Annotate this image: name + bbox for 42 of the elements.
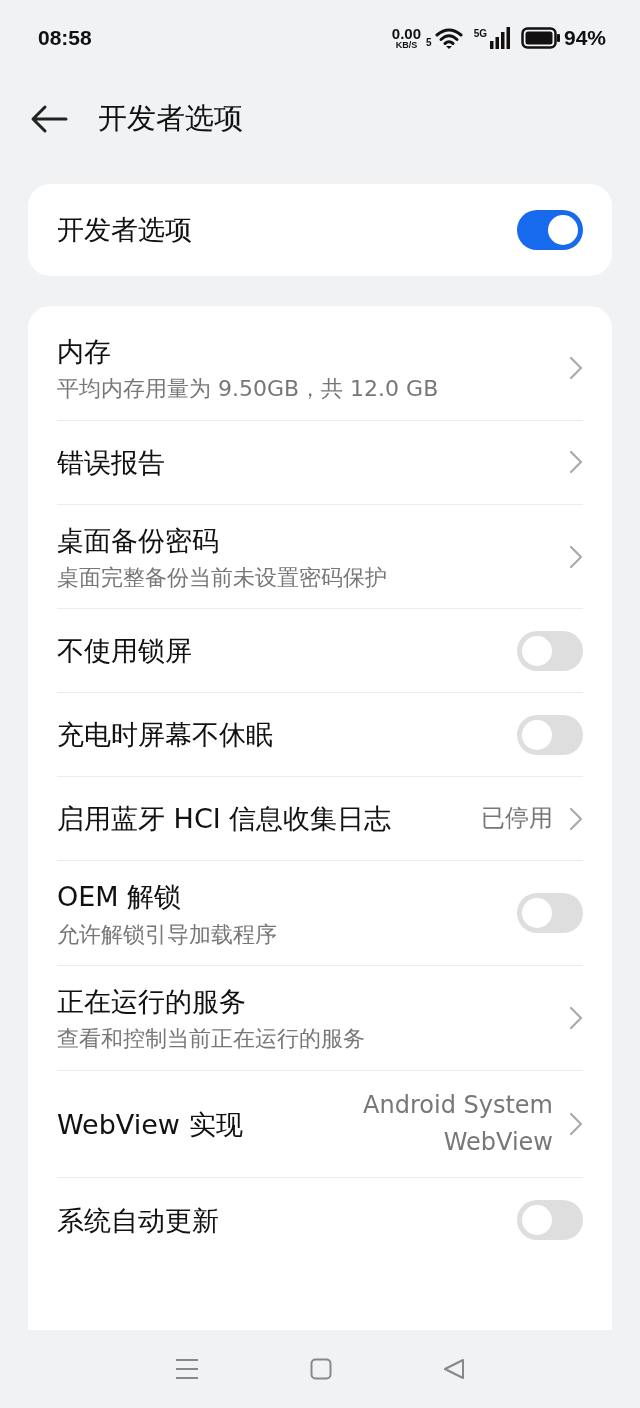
setting-description: 允许解锁引导加载程序: [57, 920, 278, 949]
chevron-icon[interactable]: [569, 355, 583, 380]
setting-title: 错误报告: [57, 445, 166, 480]
speed-unit: KB/S: [395, 41, 418, 50]
wifi-band-label: 5: [426, 37, 432, 48]
setting-title: 内存: [57, 335, 112, 369]
setting-title: 充电时屏幕不休眠: [57, 718, 274, 753]
setting-title: OEM 解锁: [57, 880, 183, 915]
battery-percent: 94%: [563, 26, 606, 50]
back-icon[interactable]: [442, 1358, 465, 1380]
setting-description: 桌面完整备份当前未设置密码保护: [57, 563, 388, 592]
wifi-icon: [434, 27, 463, 49]
setting-title: WebView 实现: [57, 1107, 244, 1142]
chevron-icon[interactable]: [569, 544, 583, 569]
chevron-icon[interactable]: [569, 450, 583, 475]
chevron-icon[interactable]: [569, 806, 583, 831]
setting-title: 启用蓝牙 HCI 信息收集日志: [57, 802, 393, 837]
network-speed: 0.00: [391, 26, 422, 41]
signal-icon: [489, 27, 510, 49]
setting-title: 桌面备份密码: [57, 523, 220, 558]
home-icon[interactable]: [310, 1358, 332, 1380]
setting-description: 查看和控制当前正在运行的服务: [57, 1025, 366, 1054]
network-type: 5G: [473, 28, 487, 39]
toggle-switch[interactable]: [517, 1200, 583, 1241]
setting-value: Android System WebView: [362, 1089, 553, 1159]
toggle-switch[interactable]: [517, 210, 583, 250]
setting-value: 已停用: [481, 803, 553, 835]
setting-title: 正在运行的服务: [57, 985, 247, 1020]
setting-title: 开发者选项: [57, 213, 192, 248]
setting-description: 平均内存用量为 9.50GB，共 12.0 GB: [57, 375, 440, 404]
toggle-switch[interactable]: [517, 630, 583, 671]
setting-title: 系统自动更新: [57, 1203, 220, 1238]
back-button[interactable]: [30, 104, 68, 134]
status-time: 08:58: [38, 26, 92, 50]
toggle-switch[interactable]: [517, 893, 583, 934]
toggle-switch[interactable]: [517, 714, 583, 755]
setting-title: 不使用锁屏: [57, 634, 193, 669]
chevron-icon[interactable]: [569, 1112, 583, 1137]
battery-icon: [520, 27, 561, 49]
menu-icon[interactable]: [175, 1358, 200, 1380]
chevron-icon[interactable]: [569, 1006, 583, 1031]
page-title: 开发者选项: [98, 100, 243, 137]
